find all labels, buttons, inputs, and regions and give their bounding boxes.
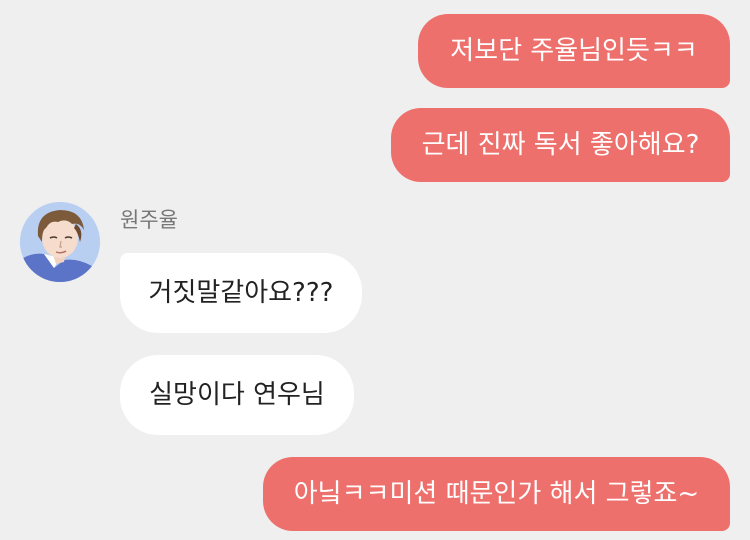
sent-message-bubble[interactable]: 저보단 주율님인듯ㅋㅋ	[418, 14, 730, 88]
received-message-bubble[interactable]: 실망이다 연우님	[120, 355, 354, 435]
user-avatar-illustration-icon	[20, 202, 100, 282]
sender-name: 원주율	[120, 208, 178, 232]
sent-message-bubble[interactable]: 근데 진짜 독서 좋아해요?	[391, 108, 730, 182]
sent-message-bubble[interactable]: 아닠ㅋㅋ미션 때문인가 해서 그렇죠~	[263, 457, 730, 531]
chat-thread: 저보단 주율님인듯ㅋㅋ 근데 진짜 독서 좋아해요? 원주율 거짓말같아요???	[0, 0, 750, 540]
received-message-bubble[interactable]: 거짓말같아요???	[120, 253, 362, 333]
contact-avatar[interactable]	[20, 202, 100, 282]
